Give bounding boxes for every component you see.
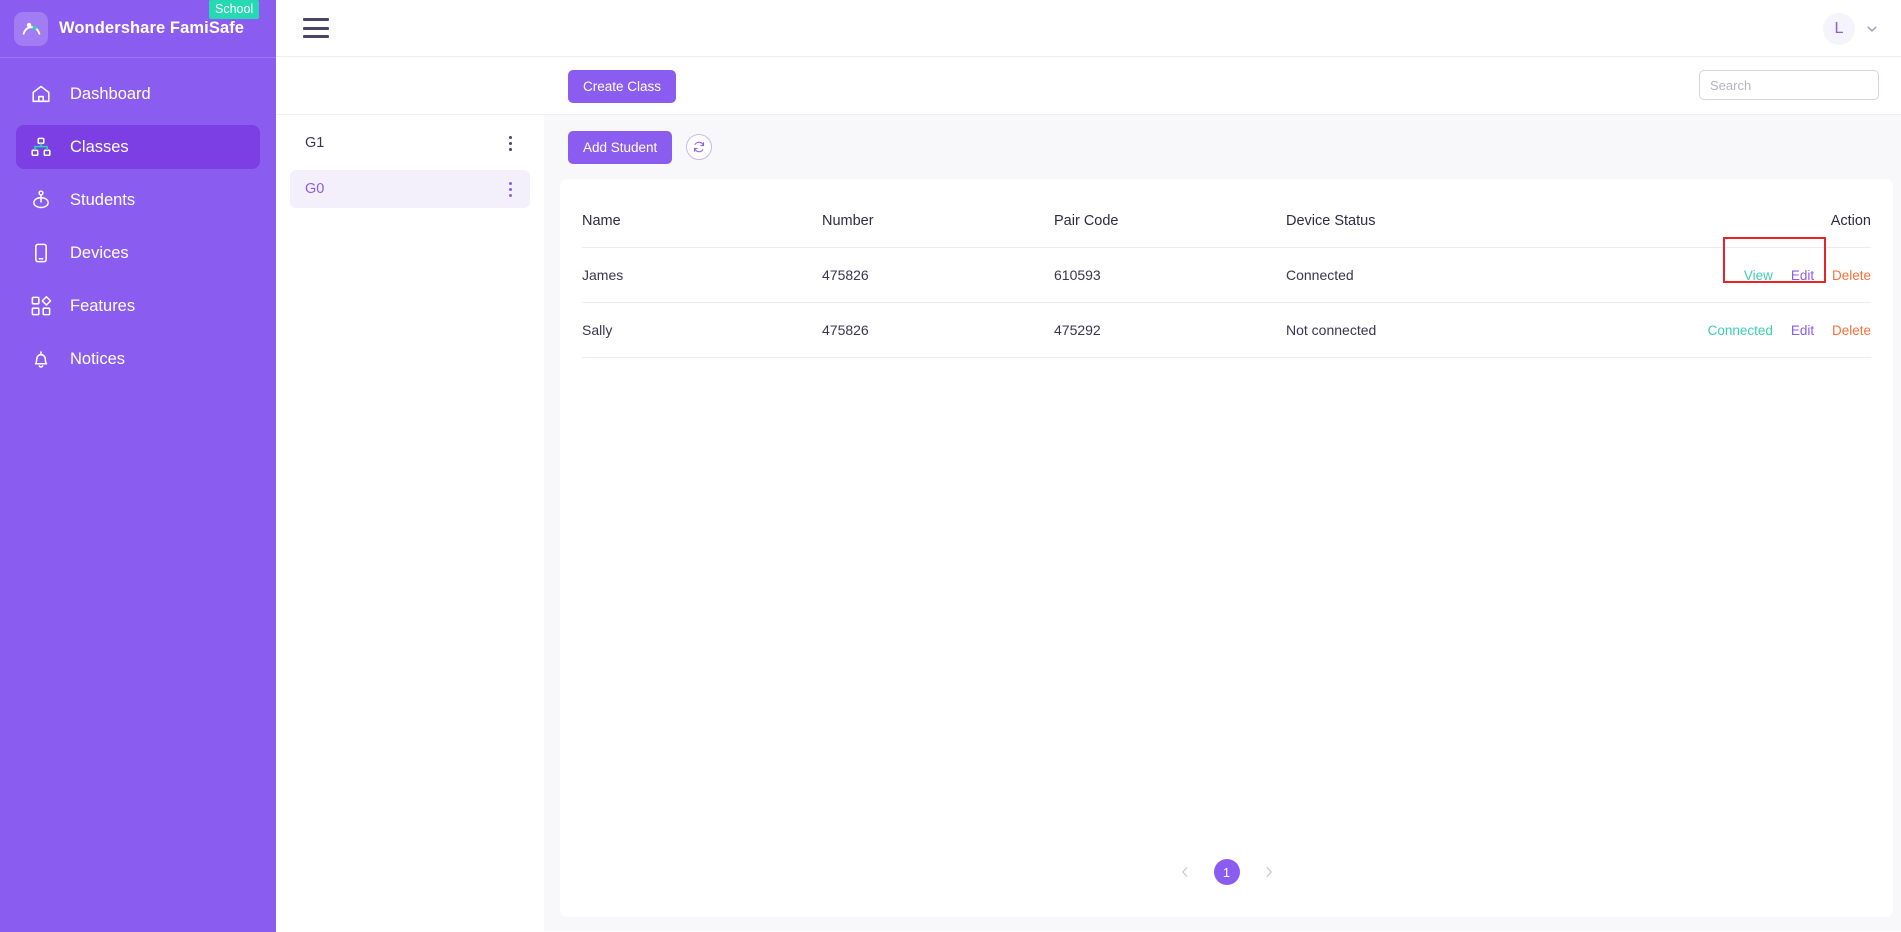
sidebar-item-devices[interactable]: Devices [16, 231, 260, 275]
sidebar-item-label: Classes [70, 137, 129, 156]
home-icon [28, 81, 54, 107]
table-header-row: Name Number Pair Code Device Status Acti… [582, 179, 1871, 248]
topbar-account-area: L [1823, 0, 1879, 57]
sidebar-item-label: Features [70, 296, 136, 315]
school-badge: School [209, 0, 260, 19]
class-list-panel: G1 G0 [276, 115, 544, 931]
edit-link[interactable]: Edit [1791, 268, 1814, 283]
avatar[interactable]: L [1823, 12, 1855, 45]
delete-link[interactable]: Delete [1832, 268, 1871, 283]
chevron-right-icon[interactable] [1262, 865, 1276, 879]
grid-icon [28, 293, 54, 319]
brand-header: Wondershare FamiSafe School [0, 0, 276, 57]
students-card: Name Number Pair Code Device Status Acti… [560, 179, 1893, 917]
sidebar-item-label: Devices [70, 243, 129, 262]
cell-number: 475826 [822, 247, 1054, 303]
column-header-action: Action [1611, 179, 1871, 248]
student-toolbar: Add Student [560, 127, 1893, 167]
body-split: G1 G0 Add Student Name Number Pair Code … [276, 115, 1901, 931]
sidebar-item-dashboard[interactable]: Dashboard [16, 72, 260, 116]
subbar: Create Class [276, 57, 1901, 115]
hamburger-icon[interactable] [303, 18, 329, 38]
class-list-item-g0[interactable]: G0 [290, 170, 530, 208]
cell-pair-code: 610593 [1054, 247, 1286, 303]
create-class-button[interactable]: Create Class [568, 70, 677, 103]
cell-device-status: Not connected [1286, 302, 1611, 358]
cell-actions: View Edit Delete [1611, 247, 1871, 303]
phone-icon [28, 240, 54, 266]
edit-link[interactable]: Edit [1791, 323, 1814, 338]
refresh-icon[interactable] [686, 134, 713, 160]
class-list-item-g1[interactable]: G1 [290, 124, 530, 162]
column-header-number: Number [822, 179, 1054, 248]
more-options-icon[interactable] [503, 180, 517, 198]
pagination: 1 [560, 859, 1893, 885]
brand-title: Wondershare FamiSafe [59, 19, 245, 37]
app-root: Wondershare FamiSafe School Dashboard Cl… [0, 0, 1901, 932]
sidebar: Wondershare FamiSafe School Dashboard Cl… [0, 0, 276, 932]
class-name: G0 [305, 181, 325, 197]
column-header-pair-code: Pair Code [1054, 179, 1286, 248]
sitemap-icon [28, 134, 54, 160]
search-input[interactable] [1699, 70, 1879, 100]
cell-device-status: Connected [1286, 247, 1611, 303]
class-name: G1 [305, 135, 325, 151]
add-student-button[interactable]: Add Student [568, 130, 673, 164]
cell-name: Sally [582, 302, 822, 358]
chevron-down-icon[interactable] [1865, 22, 1879, 36]
sidebar-item-label: Notices [70, 349, 126, 368]
view-link[interactable]: View [1744, 268, 1773, 283]
cell-name: James [582, 247, 822, 303]
bell-icon [28, 346, 54, 372]
students-table: Name Number Pair Code Device Status Acti… [582, 179, 1871, 358]
cell-pair-code: 475292 [1054, 302, 1286, 358]
cell-actions: Connected Edit Delete [1611, 302, 1871, 358]
sidebar-item-notices[interactable]: Notices [16, 337, 260, 381]
sidebar-item-features[interactable]: Features [16, 284, 260, 328]
main-region: L Create Class G1 G0 [276, 0, 1901, 932]
page-number-1[interactable]: 1 [1213, 859, 1240, 885]
sidebar-nav: Dashboard Classes Students Devices Featu… [0, 58, 276, 381]
more-options-icon[interactable] [503, 134, 517, 152]
column-header-device-status: Device Status [1286, 179, 1611, 248]
topbar: L [276, 0, 1901, 57]
sidebar-item-classes[interactable]: Classes [16, 125, 260, 169]
table-row: Sally 475826 475292 Not connected Connec… [582, 302, 1871, 358]
famisafe-logo-icon [14, 11, 48, 46]
cell-number: 475826 [822, 302, 1054, 358]
column-header-name: Name [582, 179, 822, 248]
sidebar-item-students[interactable]: Students [16, 178, 260, 222]
content-area: Add Student Name Number Pair Code Device… [544, 115, 1901, 931]
connected-link[interactable]: Connected [1708, 323, 1773, 338]
sidebar-item-label: Students [70, 190, 136, 209]
students-icon [28, 187, 54, 213]
delete-link[interactable]: Delete [1832, 323, 1871, 338]
chevron-left-icon[interactable] [1178, 865, 1192, 879]
sidebar-item-label: Dashboard [70, 84, 151, 103]
table-row: James 475826 610593 Connected View Edit … [582, 247, 1871, 303]
